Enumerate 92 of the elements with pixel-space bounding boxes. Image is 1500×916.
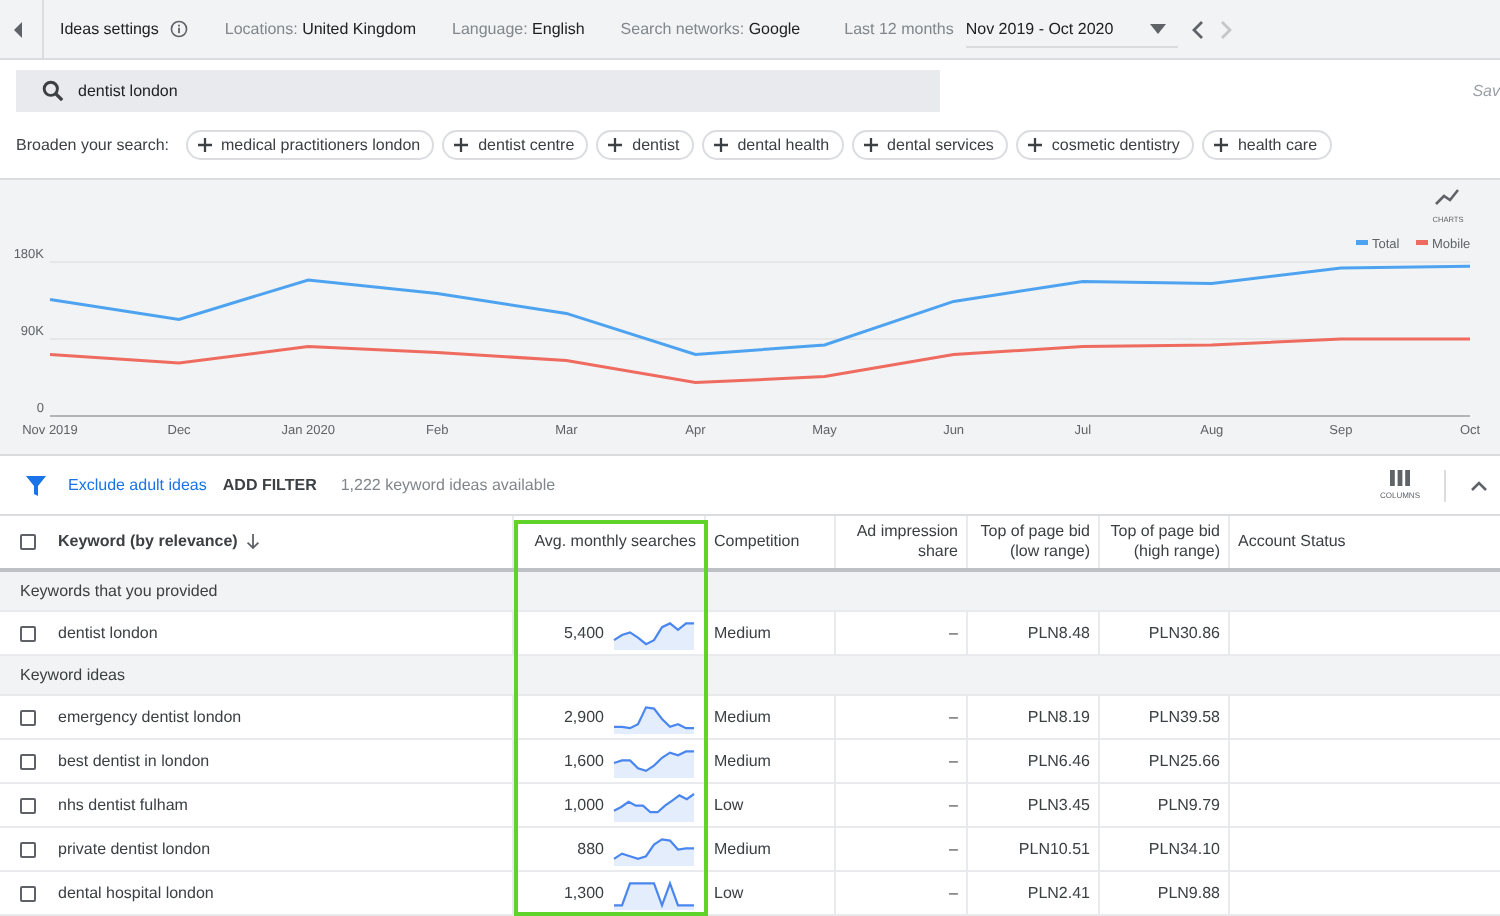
table-cell: Low: [714, 796, 744, 814]
table-cell: Medium: [714, 708, 771, 726]
plus-icon: [454, 138, 469, 152]
table-cell: 1,000: [563, 796, 604, 814]
search-field[interactable]: dentist london: [16, 70, 940, 112]
filter-setting[interactable]: Locations: United Kingdom: [224, 20, 416, 38]
table-cell: dentist london: [58, 624, 158, 642]
table-cell: best dentist in london: [58, 752, 210, 770]
plus-icon: [1213, 138, 1228, 152]
date-range-label: Last 12 months: [844, 20, 954, 38]
table-cell: –: [949, 624, 958, 642]
broaden-label: Broaden your search:: [16, 136, 169, 154]
trend-sparkline: [612, 701, 696, 733]
trend-sparkline: [612, 617, 696, 649]
keyword-chip[interactable]: health care: [1201, 130, 1332, 160]
table-cell: Low: [714, 884, 744, 902]
columns-icon: [1389, 470, 1410, 486]
plus-icon: [713, 138, 728, 152]
filter-icon[interactable]: [26, 475, 46, 495]
table-cell: –: [949, 796, 958, 814]
exclude-adult-ideas-link[interactable]: Exclude adult ideas: [68, 476, 207, 494]
table-cell: 1,600: [563, 752, 604, 770]
trend-line-icon: [1435, 189, 1459, 205]
keyword-chip[interactable]: dental services: [851, 130, 1008, 160]
row-checkbox[interactable]: [19, 625, 35, 641]
table-cell: PLN2.41: [1027, 884, 1090, 902]
sort-arrow-icon[interactable]: [245, 534, 260, 550]
plus-icon: [608, 138, 623, 152]
table-cell: PLN39.58: [1148, 708, 1220, 726]
row-checkbox[interactable]: [19, 885, 35, 901]
keyword-chip[interactable]: dentist: [596, 130, 694, 160]
table-cell: PLN9.88: [1157, 884, 1220, 902]
column-header[interactable]: Keyword (by relevance): [58, 532, 238, 552]
table-cell: PLN30.86: [1148, 624, 1220, 642]
table-cell: PLN25.66: [1148, 752, 1220, 770]
select-all-checkbox[interactable]: [19, 534, 35, 550]
row-checkbox[interactable]: [19, 797, 35, 813]
plus-icon: [197, 138, 211, 152]
group-label: Keyword ideas: [20, 666, 125, 684]
table-cell: PLN9.79: [1157, 796, 1220, 814]
table-cell: PLN6.46: [1027, 752, 1090, 770]
filter-setting[interactable]: Search networks: Google: [620, 20, 801, 38]
add-filter-button[interactable]: ADD FILTER: [222, 476, 317, 494]
trend-sparkline: [612, 833, 696, 865]
keyword-chip[interactable]: dental health: [701, 130, 844, 160]
table-cell: nhs dentist fulham: [58, 796, 188, 814]
table-cell: PLN8.19: [1027, 708, 1090, 726]
filter-setting[interactable]: Language: English: [452, 20, 585, 38]
table-cell: 2,900: [563, 708, 604, 726]
keyword-chip[interactable]: dentist centre: [442, 130, 589, 160]
table-cell: dental hospital london: [58, 884, 214, 902]
collapse-caret-icon[interactable]: [1470, 479, 1488, 491]
table-cell: private dentist london: [58, 840, 211, 858]
keyword-count: 1,222 keyword ideas available: [340, 476, 556, 494]
table-cell: –: [949, 840, 958, 858]
table-cell: –: [949, 708, 958, 726]
plus-icon: [863, 138, 878, 152]
column-header[interactable]: Avg. monthly searches: [534, 532, 696, 552]
table-cell: Medium: [714, 624, 771, 642]
trend-sparkline: [612, 877, 696, 909]
column-header[interactable]: Competition: [714, 532, 800, 552]
trend-sparkline: [612, 745, 696, 777]
table-cell: 880: [577, 840, 604, 858]
column-header[interactable]: Top of page bid (high range): [1108, 522, 1220, 562]
search-icon: [42, 80, 64, 102]
info-icon[interactable]: [170, 20, 189, 38]
back-caret-icon[interactable]: [10, 19, 26, 39]
trend-sparkline: [612, 789, 696, 821]
table-cell: PLN10.51: [1018, 840, 1090, 858]
table-cell: 5,400: [563, 624, 604, 642]
table-cell: PLN8.48: [1027, 624, 1090, 642]
ideas-settings-title: Ideas settings: [60, 20, 159, 38]
row-checkbox[interactable]: [19, 841, 35, 857]
date-range-dropdown[interactable]: Nov 2019 - Oct 2020: [965, 11, 1178, 47]
table-cell: Medium: [714, 752, 771, 770]
keyword-chip[interactable]: cosmetic dentistry: [1015, 130, 1194, 160]
column-header[interactable]: Top of page bid (low range): [976, 522, 1090, 562]
table-cell: –: [949, 752, 958, 770]
table-cell: –: [949, 884, 958, 902]
table-cell: PLN3.45: [1027, 796, 1090, 814]
column-header[interactable]: Ad impression share: [844, 522, 958, 562]
group-label: Keywords that you provided: [20, 582, 218, 600]
table-cell: 1,300: [563, 884, 604, 902]
plus-icon: [1027, 138, 1042, 152]
table-cell: PLN34.10: [1148, 840, 1220, 858]
row-checkbox[interactable]: [19, 753, 35, 769]
table-cell: Medium: [714, 840, 771, 858]
keyword-chip[interactable]: medical practitioners london: [185, 130, 435, 160]
row-checkbox[interactable]: [19, 709, 35, 725]
column-header[interactable]: Account Status: [1238, 532, 1346, 552]
dropdown-caret-icon: [1149, 23, 1166, 33]
table-cell: emergency dentist london: [58, 708, 242, 726]
